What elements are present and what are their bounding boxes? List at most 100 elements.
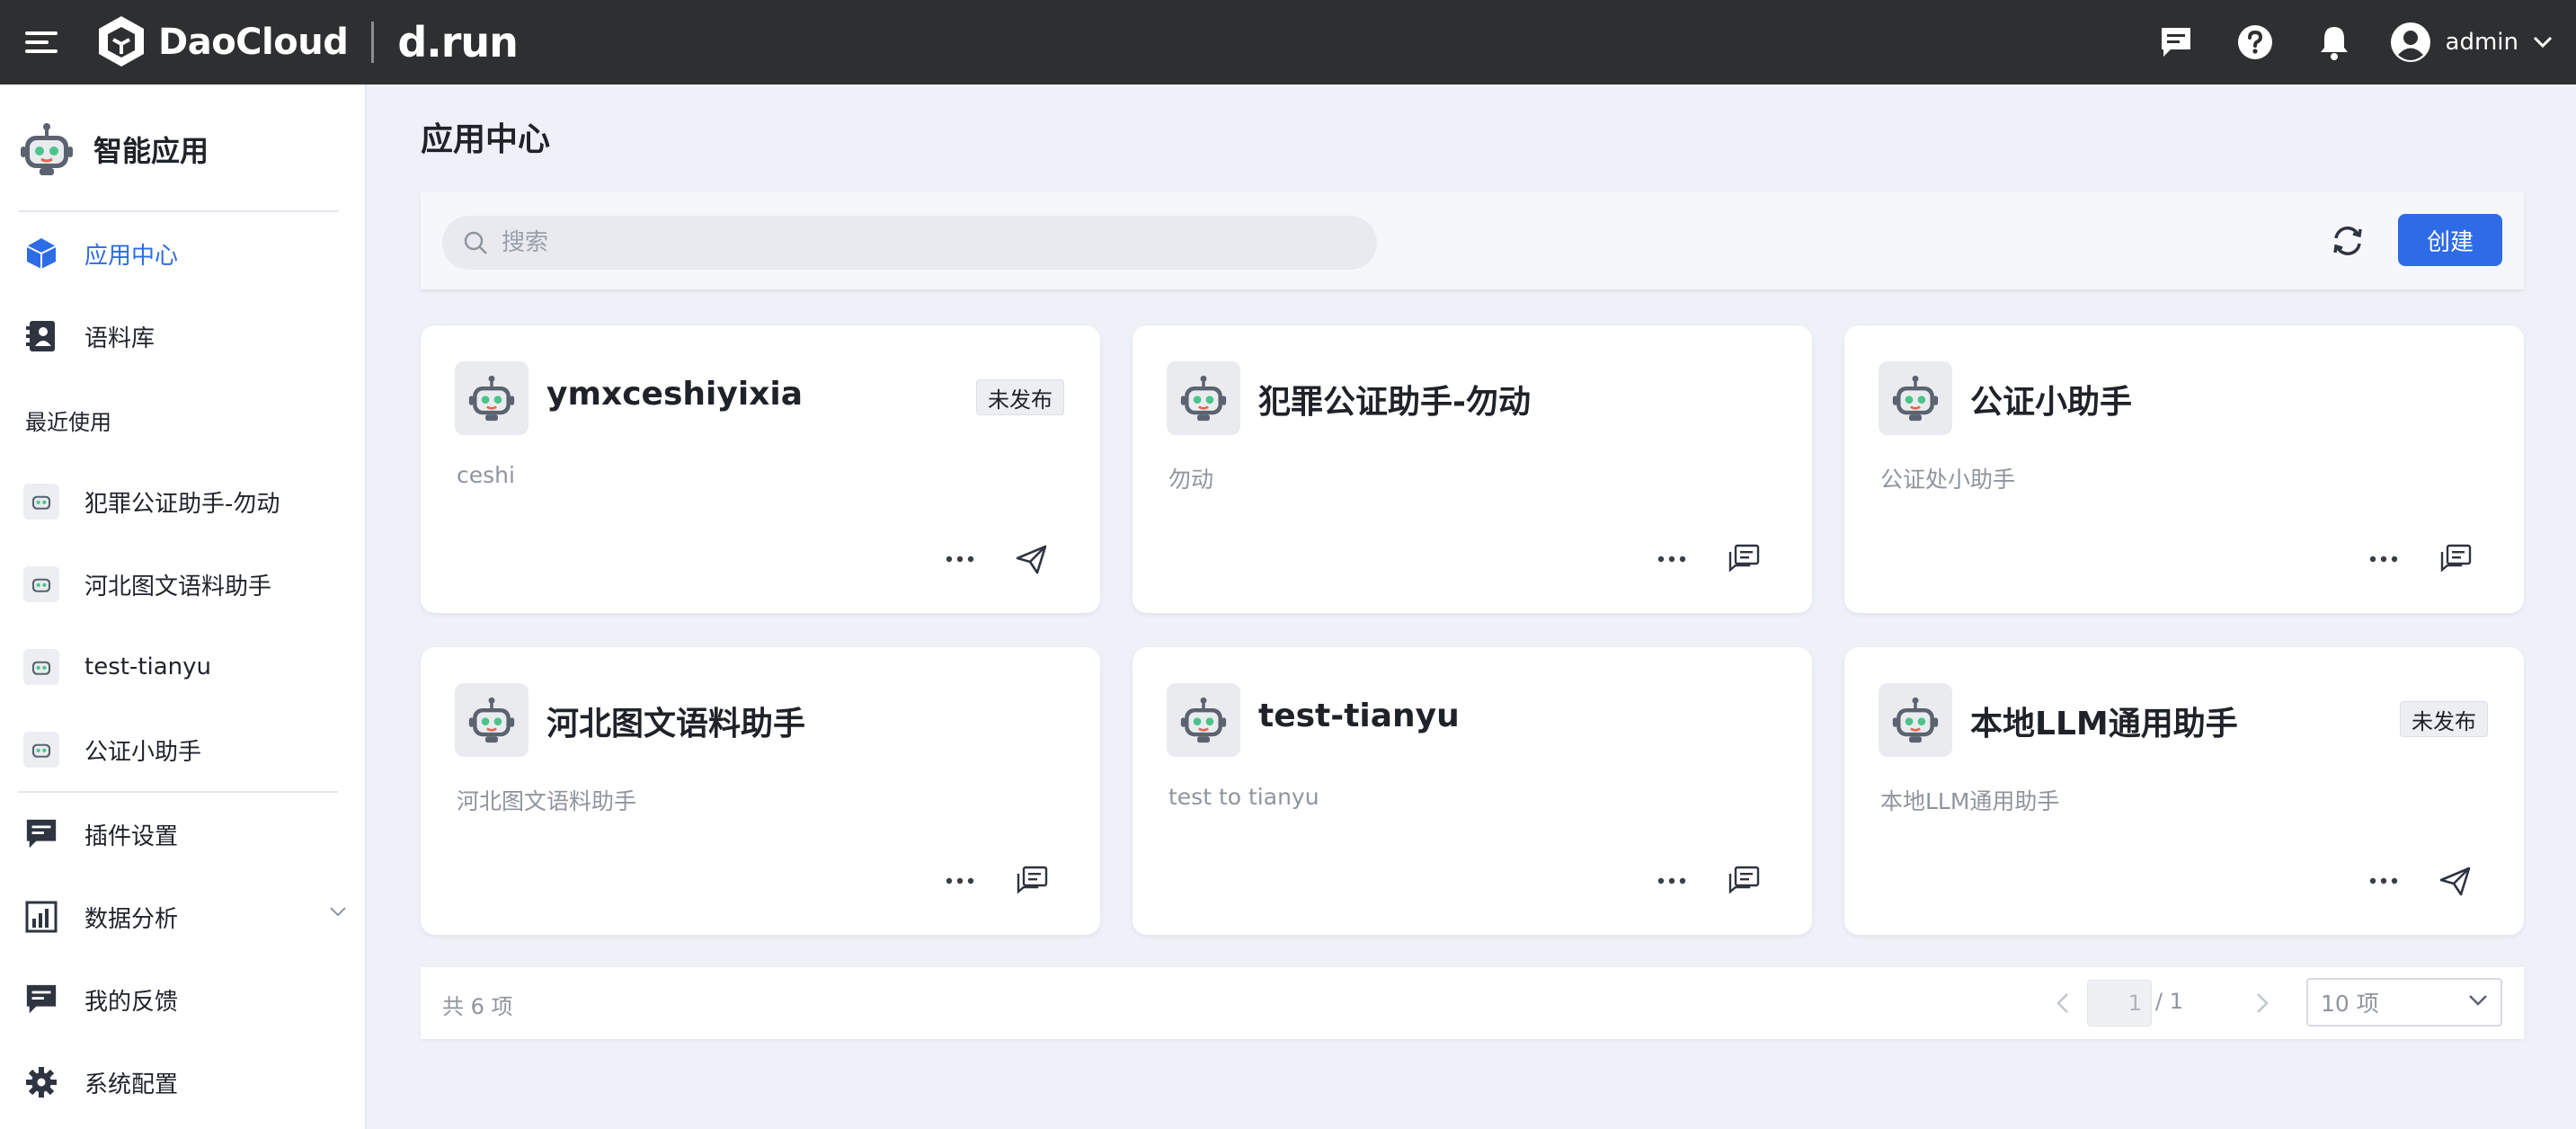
user-avatar-icon [2390,22,2430,62]
send-icon[interactable] [2438,863,2474,899]
app-card[interactable]: 公证小助手公证处小助手 [1844,325,2524,613]
chat-icon[interactable] [1014,863,1050,899]
user-name: admin [2445,29,2518,56]
recent-item-label: 犯罪公证助手-勿动 [84,490,280,518]
help-icon[interactable] [2235,22,2275,62]
nav-item-system-config[interactable]: 系统配置 [23,1057,347,1107]
pagination: 共 6 项 1 / 1 10 项 [421,967,2524,1039]
search-box[interactable] [442,216,1377,270]
app-description: test to tianyu [1168,784,1319,810]
app-name: 河北图文语料助手 [546,706,806,742]
brand-product: d.run [397,18,519,67]
chevron-down-icon [2469,995,2487,1006]
brand-logo[interactable]: DaoCloud d.run [95,11,519,74]
page-title: 应用中心 [421,121,551,158]
header-actions: admin [2117,0,2553,84]
chat-icon[interactable] [1726,863,1762,899]
nav-label: 语料库 [84,324,155,352]
app-card[interactable]: test-tianyu test to tianyu [1133,647,1812,935]
nav-item-feedback[interactable]: 我的反馈 [23,974,347,1025]
more-icon[interactable] [942,550,978,568]
nav-label: 应用中心 [84,242,179,270]
app-name: ymxceshiyixia [546,376,804,413]
app-name: 犯罪公证助手-勿动 [1258,384,1531,421]
feedback-icon [23,982,59,1018]
robot-logo-icon [21,123,73,175]
robot-icon [455,361,529,435]
app-card[interactable]: 犯罪公证助手-勿动勿动 [1133,325,1812,613]
recent-item-label: test-tianyu [84,653,212,680]
robot-icon [23,484,59,520]
more-icon[interactable] [942,872,978,890]
chat-icon[interactable] [1726,541,1762,577]
bell-icon[interactable] [2314,22,2354,62]
robot-icon [1167,361,1240,435]
refresh-icon[interactable] [2328,221,2367,261]
chat-icon[interactable] [2438,541,2474,577]
recent-item[interactable]: 犯罪公证助手-勿动 [23,476,347,527]
app-description: 公证处小助手 [1880,467,2016,493]
recent-item[interactable]: 河北图文语料助手 [23,559,347,609]
more-icon[interactable] [2366,872,2402,890]
nav-item-corpus[interactable]: 语料库 [23,311,347,361]
nav-label: 数据分析 [84,905,179,933]
recent-item-label: 河北图文语料助手 [84,573,272,600]
search-icon [464,231,487,254]
more-icon[interactable] [2366,550,2402,568]
app-name: 本地LLM通用助手 [1970,706,2238,742]
nav-item-plugins[interactable]: 插件设置 [23,809,347,859]
chevron-left-icon[interactable] [2047,987,2080,1019]
app-card[interactable]: 河北图文语料助手 河北图文语料助手 [421,647,1100,935]
app-card[interactable]: ymxceshiyixia 未发布 ceshi [421,325,1100,613]
page-size-value: 10 项 [2321,991,2379,1017]
chart-icon [23,899,59,935]
status-badge: 未发布 [976,379,1064,415]
book-icon [23,318,59,354]
app-name: test-tianyu [1258,698,1460,734]
app-card[interactable]: 本地LLM通用助手 未发布 本地LLM通用助手 [1844,647,2524,935]
cube-icon [23,236,59,271]
brand-separator [371,22,375,63]
daocloud-logo-icon [99,16,144,67]
user-menu[interactable]: admin [2390,22,2553,63]
nav-item-data-analysis[interactable]: 数据分析 [23,892,347,942]
recent-item[interactable]: 公证小助手 [23,725,347,775]
recent-section-title: 最近使用 [25,410,111,435]
recent-item[interactable]: test-tianyu [23,642,347,692]
send-icon[interactable] [1014,541,1050,577]
robot-icon [1879,683,1952,757]
gear-icon [23,1064,59,1100]
nav-item-app-center[interactable]: 应用中心 [23,228,347,279]
chevron-down-icon [330,907,346,917]
recent-item-label: 公证小助手 [84,738,202,766]
chevron-right-icon[interactable] [2245,987,2278,1019]
page-size-select[interactable]: 10 项 [2306,978,2502,1027]
nav-label: 插件设置 [84,822,179,850]
total-count: 共 6 项 [442,994,513,1019]
app-description: 勿动 [1168,467,1214,493]
sidebar-title: 智能应用 [93,134,209,168]
app-description: 本地LLM通用助手 [1880,788,2060,814]
robot-icon [1879,361,1952,435]
sidebar-header: 智能应用 [20,119,209,180]
nav-label: 系统配置 [84,1071,179,1098]
robot-icon [23,732,59,768]
app-description: 河北图文语料助手 [457,788,637,814]
brand-name: DaoCloud [158,22,349,63]
more-icon[interactable] [1654,550,1690,568]
plugin-icon [23,816,59,852]
app-description: ceshi [457,462,515,488]
robot-icon [23,649,59,685]
message-icon[interactable] [2156,22,2196,62]
status-badge: 未发布 [2400,701,2488,737]
nav-label: 我的反馈 [84,988,179,1016]
chevron-down-icon [2533,36,2553,49]
app-name: 公证小助手 [1970,384,2133,421]
create-button[interactable]: 创建 [2398,214,2502,266]
more-icon[interactable] [1654,872,1690,890]
robot-icon [455,683,529,757]
page-input[interactable]: 1 [2087,980,2152,1027]
page-total: / 1 [2155,989,2183,1014]
search-input[interactable] [502,229,1310,256]
menu-icon[interactable] [23,24,59,60]
